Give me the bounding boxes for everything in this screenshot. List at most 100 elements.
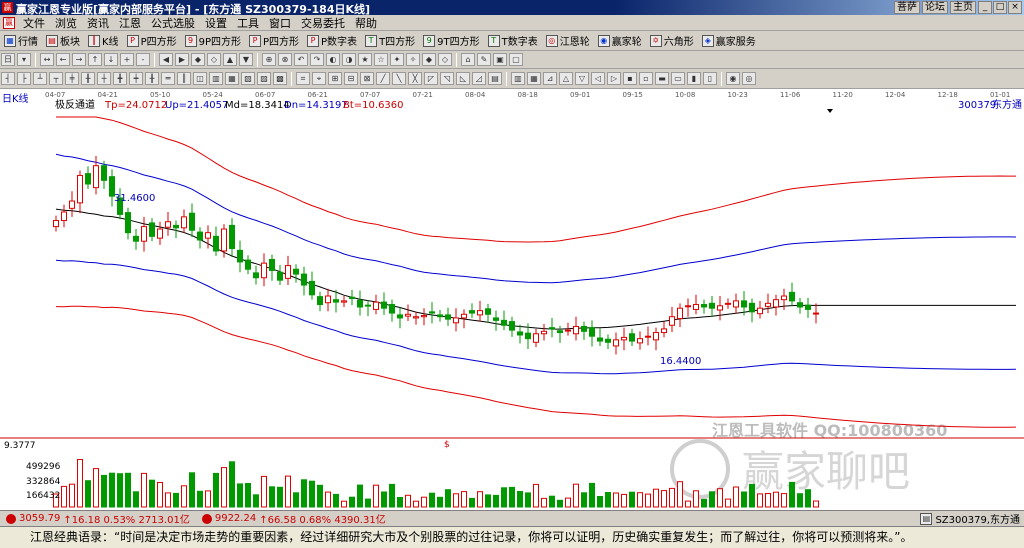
line-tool-10-icon[interactable]: ═ bbox=[161, 72, 175, 85]
draw-tool-33-icon[interactable]: ▣ bbox=[493, 53, 507, 66]
line-tool-22-icon[interactable]: ⊟ bbox=[344, 72, 358, 85]
line-tool-29-icon[interactable]: ◺ bbox=[456, 72, 470, 85]
line-tool-47-icon[interactable]: ◉ bbox=[726, 72, 740, 85]
line-tool-44-icon[interactable]: ▮ bbox=[687, 72, 701, 85]
draw-tool-27-icon[interactable]: ✧ bbox=[406, 53, 420, 66]
tool-gann-wheel[interactable]: ◎ 江恩轮 bbox=[542, 33, 594, 48]
dropdown-arrow-icon[interactable] bbox=[827, 109, 833, 113]
chart-area[interactable]: 04-07 04-21 05-10 05-24 06-07 06-21 07-07 07-21… bbox=[0, 89, 1024, 510]
draw-tool-16-icon[interactable]: ▼ bbox=[239, 53, 253, 66]
menu-browse[interactable]: 浏览 bbox=[50, 15, 82, 31]
line-tool-14-icon[interactable]: ▦ bbox=[225, 72, 239, 85]
line-tool-35-icon[interactable]: ⊿ bbox=[543, 72, 557, 85]
line-tool-17-icon[interactable]: ▩ bbox=[273, 72, 287, 85]
line-tool-39-icon[interactable]: ▷ bbox=[607, 72, 621, 85]
line-tool-1-icon[interactable]: ├ bbox=[17, 72, 31, 85]
line-tool-12-icon[interactable]: ◫ bbox=[193, 72, 207, 85]
index-sh[interactable]: 3059.79 ↑16.18 0.53% 2713.01亿 bbox=[0, 511, 196, 526]
line-tool-16-icon[interactable]: ▨ bbox=[257, 72, 271, 85]
line-tool-36-icon[interactable]: △ bbox=[559, 72, 573, 85]
line-tool-0-icon[interactable]: ┤ bbox=[1, 72, 15, 85]
line-tool-42-icon[interactable]: ▬ bbox=[655, 72, 669, 85]
tool-winner-wheel[interactable]: ◉ 赢家轮 bbox=[594, 33, 646, 48]
draw-tool-13-icon[interactable]: ◆ bbox=[191, 53, 205, 66]
line-tool-24-icon[interactable]: ╱ bbox=[376, 72, 390, 85]
tool-hexagon[interactable]: ✡ 六角形 bbox=[646, 33, 698, 48]
minimize-button[interactable]: _ bbox=[978, 1, 992, 14]
draw-tool-8-icon[interactable]: + bbox=[120, 53, 134, 66]
line-tool-6-icon[interactable]: ┼ bbox=[97, 72, 111, 85]
line-tool-26-icon[interactable]: ╳ bbox=[408, 72, 422, 85]
tool-9p-square[interactable]: 9 9P四方形 bbox=[181, 33, 245, 48]
line-tool-33-icon[interactable]: ▥ bbox=[511, 72, 525, 85]
draw-tool-31-icon[interactable]: ⌂ bbox=[461, 53, 475, 66]
tool-market[interactable]: ▦ 行情 bbox=[0, 33, 42, 48]
draw-tool-11-icon[interactable]: ◀ bbox=[159, 53, 173, 66]
draw-tool-20-icon[interactable]: ↶ bbox=[294, 53, 308, 66]
menu-window[interactable]: 窗口 bbox=[264, 15, 296, 31]
line-tool-30-icon[interactable]: ◿ bbox=[472, 72, 486, 85]
line-tool-28-icon[interactable]: ◹ bbox=[440, 72, 454, 85]
draw-tool-4-icon[interactable]: ← bbox=[56, 53, 70, 66]
draw-tool-21-icon[interactable]: ↷ bbox=[310, 53, 324, 66]
menu-settings[interactable]: 设置 bbox=[200, 15, 232, 31]
index-sz[interactable]: 9922.24 ↑66.58 0.68% 4390.31亿 bbox=[196, 511, 392, 526]
line-tool-48-icon[interactable]: ◎ bbox=[742, 72, 756, 85]
link-forum[interactable]: 论坛 bbox=[922, 1, 948, 14]
draw-tool-15-icon[interactable]: ▲ bbox=[223, 53, 237, 66]
line-tool-37-icon[interactable]: ▽ bbox=[575, 72, 589, 85]
line-tool-40-icon[interactable]: ▪ bbox=[623, 72, 637, 85]
line-tool-15-icon[interactable]: ▧ bbox=[241, 72, 255, 85]
line-tool-7-icon[interactable]: ╋ bbox=[113, 72, 127, 85]
menu-tools[interactable]: 工具 bbox=[232, 15, 264, 31]
tool-p-square[interactable]: P P四方形 bbox=[123, 33, 181, 48]
tool-p-square2[interactable]: P P四方形 bbox=[245, 33, 303, 48]
kline-chart[interactable]: 04-07 04-21 05-10 05-24 06-07 06-21 07-07 07-21… bbox=[0, 89, 1024, 510]
draw-tool-25-icon[interactable]: ☆ bbox=[374, 53, 388, 66]
menu-info[interactable]: 资讯 bbox=[82, 15, 114, 31]
line-tool-4-icon[interactable]: ╪ bbox=[65, 72, 79, 85]
link-home[interactable]: 主页 bbox=[950, 1, 976, 14]
draw-tool-24-icon[interactable]: ★ bbox=[358, 53, 372, 66]
line-tool-2-icon[interactable]: ┴ bbox=[33, 72, 47, 85]
line-tool-25-icon[interactable]: ╲ bbox=[392, 72, 406, 85]
draw-tool-29-icon[interactable]: ◇ bbox=[438, 53, 452, 66]
draw-tool-32-icon[interactable]: ✎ bbox=[477, 53, 491, 66]
draw-tool-7-icon[interactable]: ↓ bbox=[104, 53, 118, 66]
line-tool-41-icon[interactable]: ▫ bbox=[639, 72, 653, 85]
line-tool-9-icon[interactable]: ╂ bbox=[145, 72, 159, 85]
draw-tool-14-icon[interactable]: ◇ bbox=[207, 53, 221, 66]
draw-tool-12-icon[interactable]: ▶ bbox=[175, 53, 189, 66]
draw-tool-19-icon[interactable]: ⊗ bbox=[278, 53, 292, 66]
menu-file[interactable]: 文件 bbox=[18, 15, 50, 31]
menu-gann[interactable]: 江恩 bbox=[114, 15, 146, 31]
line-tool-3-icon[interactable]: ┬ bbox=[49, 72, 63, 85]
line-tool-21-icon[interactable]: ⊞ bbox=[328, 72, 342, 85]
line-tool-27-icon[interactable]: ◸ bbox=[424, 72, 438, 85]
menu-help[interactable]: 帮助 bbox=[350, 15, 382, 31]
link-pusa[interactable]: 菩萨 bbox=[894, 1, 920, 14]
tool-p-table[interactable]: P P数字表 bbox=[303, 33, 361, 48]
line-tool-34-icon[interactable]: ▦ bbox=[527, 72, 541, 85]
line-tool-13-icon[interactable]: ▥ bbox=[209, 72, 223, 85]
menu-trade[interactable]: 交易委托 bbox=[296, 15, 350, 31]
tool-t-square[interactable]: T T四方形 bbox=[361, 33, 419, 48]
tool-sector[interactable]: ▤ 板块 bbox=[42, 33, 84, 48]
draw-tool-18-icon[interactable]: ⊕ bbox=[262, 53, 276, 66]
draw-tool-23-icon[interactable]: ◑ bbox=[342, 53, 356, 66]
line-tool-11-icon[interactable]: ║ bbox=[177, 72, 191, 85]
draw-tool-1-icon[interactable]: ▾ bbox=[17, 53, 31, 66]
draw-tool-26-icon[interactable]: ✦ bbox=[390, 53, 404, 66]
line-tool-5-icon[interactable]: ╫ bbox=[81, 72, 95, 85]
tool-service[interactable]: ◈ 赢家服务 bbox=[698, 33, 760, 48]
line-tool-23-icon[interactable]: ⊠ bbox=[360, 72, 374, 85]
tool-9t-square[interactable]: 9 9T四方形 bbox=[419, 33, 483, 48]
tool-t-table[interactable]: T T数字表 bbox=[484, 33, 542, 48]
close-button[interactable]: × bbox=[1008, 1, 1022, 14]
line-tool-45-icon[interactable]: ▯ bbox=[703, 72, 717, 85]
maximize-button[interactable]: □ bbox=[993, 1, 1007, 14]
draw-tool-22-icon[interactable]: ◐ bbox=[326, 53, 340, 66]
draw-tool-28-icon[interactable]: ◆ bbox=[422, 53, 436, 66]
draw-tool-6-icon[interactable]: ↑ bbox=[88, 53, 102, 66]
line-tool-31-icon[interactable]: ▤ bbox=[488, 72, 502, 85]
